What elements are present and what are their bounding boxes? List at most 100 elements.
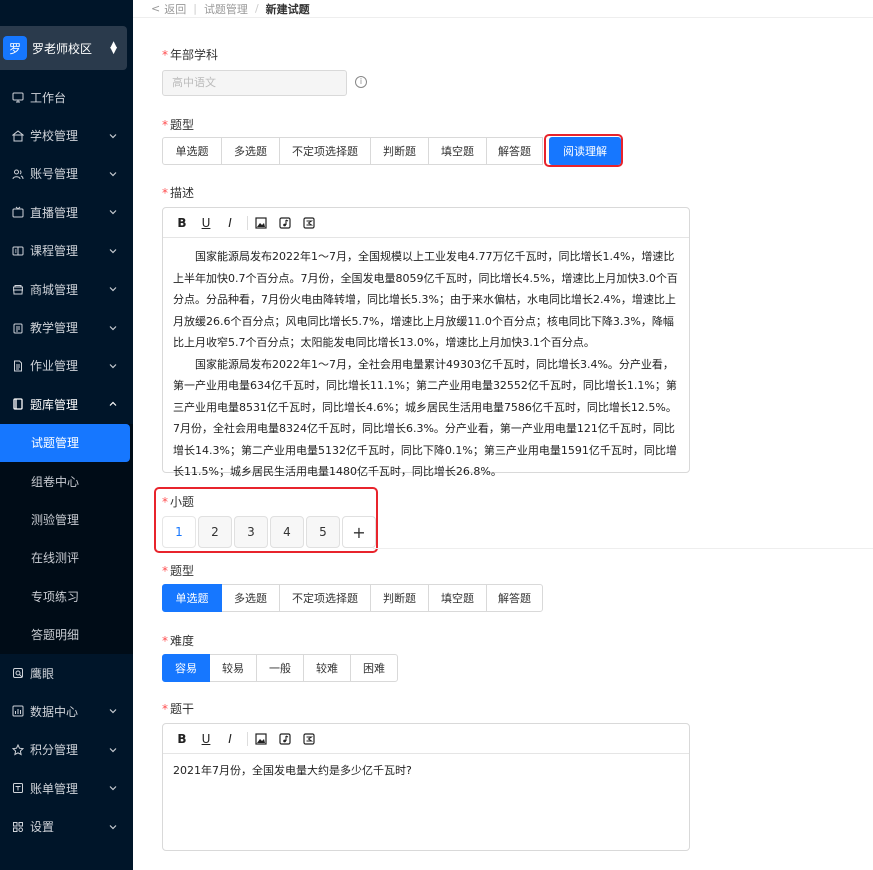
difficulty-option[interactable]: 一般 (256, 654, 304, 682)
difficulty-option[interactable]: 容易 (162, 654, 210, 682)
star-icon (12, 743, 24, 756)
sidebar-item-workbench[interactable]: 工作台 (0, 78, 133, 116)
difficulty-label: * 难度 (162, 634, 195, 648)
submenu-item[interactable]: 答题明细 (0, 615, 133, 653)
sidebar-item-eagle[interactable]: 鹰眼 (0, 654, 133, 692)
campus-switcher[interactable]: 罗 罗老师校区 ▲ ▼ (0, 26, 127, 70)
submenu-item[interactable]: 组卷中心 (0, 462, 133, 500)
italic-button[interactable]: I (221, 730, 239, 748)
description-text[interactable]: 国家能源局发布2022年1～7月，全国规模以上工业发电4.77万亿千瓦时，同比增… (163, 238, 689, 487)
sidebar-item-bill[interactable]: 账单管理 (0, 769, 133, 807)
sidebar-menu: 工作台学校管理账号管理直播管理课程管理商城管理 教学管理作业管理题库管理试题管理组… (0, 78, 133, 846)
back-link[interactable]: 返回 (164, 1, 186, 17)
italic-button[interactable]: I (221, 214, 239, 232)
submenu-item[interactable]: 专项练习 (0, 577, 133, 615)
receipt-icon (12, 782, 24, 794)
question-type-selector: 单选题 多选题 不定项选择题 判断题 填空题 解答题 阅读理解 (162, 137, 621, 165)
stem-label: * 题干 (162, 702, 195, 716)
sidebar-item-question_bank[interactable]: 题库管理 (0, 385, 133, 423)
underline-button[interactable]: U (197, 730, 215, 748)
sidebar-item-label: 积分管理 (30, 743, 79, 758)
campus-name: 罗老师校区 (32, 41, 93, 56)
subquestion-type-selector: 单选题 多选题 不定项选择题 判断题 填空题 解答题 (162, 584, 543, 612)
subquestion-type-option[interactable]: 填空题 (428, 584, 487, 612)
question-type-option[interactable]: 解答题 (486, 137, 543, 165)
question-type-option[interactable]: 不定项选择题 (279, 137, 371, 165)
image-icon[interactable] (252, 730, 270, 748)
chevron-down-icon (109, 747, 117, 753)
toolbar-divider (247, 731, 248, 746)
sidebar-item-homework[interactable]: 作业管理 (0, 347, 133, 385)
editor-toolbar: B U I (163, 208, 689, 238)
chevron-down-icon (109, 709, 117, 714)
subquestion-type-option[interactable]: 不定项选择题 (279, 584, 371, 612)
sidebar-item-account[interactable]: 账号管理 (0, 155, 133, 193)
question-type-option[interactable]: 多选题 (221, 137, 280, 165)
difficulty-option[interactable]: 困难 (350, 654, 398, 682)
submenu-item[interactable]: 在线测评 (0, 539, 133, 577)
chevron-down-icon (109, 248, 117, 254)
sidebar-item-label: 数据中心 (30, 704, 79, 719)
formula-icon[interactable] (300, 730, 318, 748)
breadcrumb-parent[interactable]: 试题管理 (204, 1, 248, 17)
document-icon (12, 360, 24, 372)
question-type-option[interactable]: 单选题 (162, 137, 222, 165)
breadcrumb: < 返回 | 试题管理 / 新建试题 (133, 0, 873, 18)
chevron-down-icon (109, 133, 117, 138)
stem-editor[interactable]: B U I 2021年7月份，全国发电量大约是多少亿千瓦时? (162, 723, 690, 851)
submenu-item[interactable]: 试题管理 (0, 423, 130, 462)
sidebar-item-label: 账单管理 (30, 781, 79, 796)
question-type-option[interactable]: 阅读理解 (549, 137, 621, 165)
question-type-option[interactable]: 判断题 (370, 137, 429, 165)
sidebar-item-settings[interactable]: 设置 (0, 807, 133, 845)
difficulty-selector: 容易 较易 一般 较难 困难 (162, 654, 398, 682)
difficulty-option[interactable]: 较难 (303, 654, 351, 682)
switch-arrows-icon: ▲ ▼ (110, 40, 117, 56)
tv-icon (12, 206, 24, 218)
sidebar-item-school[interactable]: 学校管理 (0, 116, 133, 154)
stem-text[interactable]: 2021年7月份，全国发电量大约是多少亿千瓦时? (163, 754, 689, 786)
info-icon[interactable]: i (355, 76, 367, 88)
audio-icon[interactable] (276, 214, 294, 232)
subquestion-type-option[interactable]: 解答题 (486, 584, 543, 612)
breadcrumb-separator: / (254, 2, 259, 15)
image-icon[interactable] (252, 214, 270, 232)
editor-toolbar: B U I (163, 724, 689, 754)
sidebar-item-label: 直播管理 (30, 205, 79, 220)
sidebar-item-mall[interactable]: 商城管理 (0, 270, 133, 308)
sidebar-item-data[interactable]: 数据中心 (0, 692, 133, 730)
users-icon (12, 168, 24, 180)
sidebar-item-live[interactable]: 直播管理 (0, 193, 133, 231)
sidebar-item-teaching[interactable]: 教学管理 (0, 308, 133, 346)
question-type-option[interactable]: 填空题 (428, 137, 487, 165)
bold-button[interactable]: B (173, 730, 191, 748)
breadcrumb-current: 新建试题 (265, 2, 310, 16)
chevron-left-icon[interactable]: < (151, 2, 160, 15)
submenu-item[interactable]: 测验管理 (0, 500, 133, 538)
audio-icon[interactable] (276, 730, 294, 748)
type-label: * 题型 (162, 118, 195, 132)
subquestion-type-option[interactable]: 单选题 (162, 584, 222, 612)
bold-button[interactable]: B (173, 214, 191, 232)
sidebar-item-label: 学校管理 (30, 129, 79, 144)
sidebar-item-label: 作业管理 (30, 359, 79, 374)
sidebar-item-course[interactable]: 课程管理 (0, 232, 133, 270)
formula-icon[interactable] (300, 214, 318, 232)
chart-icon (12, 705, 24, 717)
divider (373, 548, 873, 549)
chevron-down-icon (109, 824, 117, 829)
campus-logo: 罗 (3, 36, 27, 60)
sidebar-item-label: 工作台 (30, 90, 67, 105)
sidebar-item-label: 题库管理 (30, 397, 79, 412)
sidebar-item-label: 课程管理 (30, 244, 79, 259)
difficulty-option[interactable]: 较易 (209, 654, 257, 682)
description-editor[interactable]: B U I 国家能源局发布2022年1～7月，全国规模以上工业发电4.77万亿千… (162, 207, 690, 478)
grade-subject-input[interactable]: 高中语文 (162, 70, 347, 96)
subquestion-type-option[interactable]: 多选题 (221, 584, 280, 612)
subquestion-type-option[interactable]: 判断题 (370, 584, 429, 612)
clipboard-icon (12, 322, 24, 334)
grade-label: * 年部学科 (162, 48, 219, 62)
sidebar-item-points[interactable]: 积分管理 (0, 731, 133, 769)
underline-button[interactable]: U (197, 214, 215, 232)
sidebar: 罗 罗老师校区 ▲ ▼ 工作台学校管理账号管理直播管理课程管理商城管理 教学管理作业… (0, 0, 133, 870)
